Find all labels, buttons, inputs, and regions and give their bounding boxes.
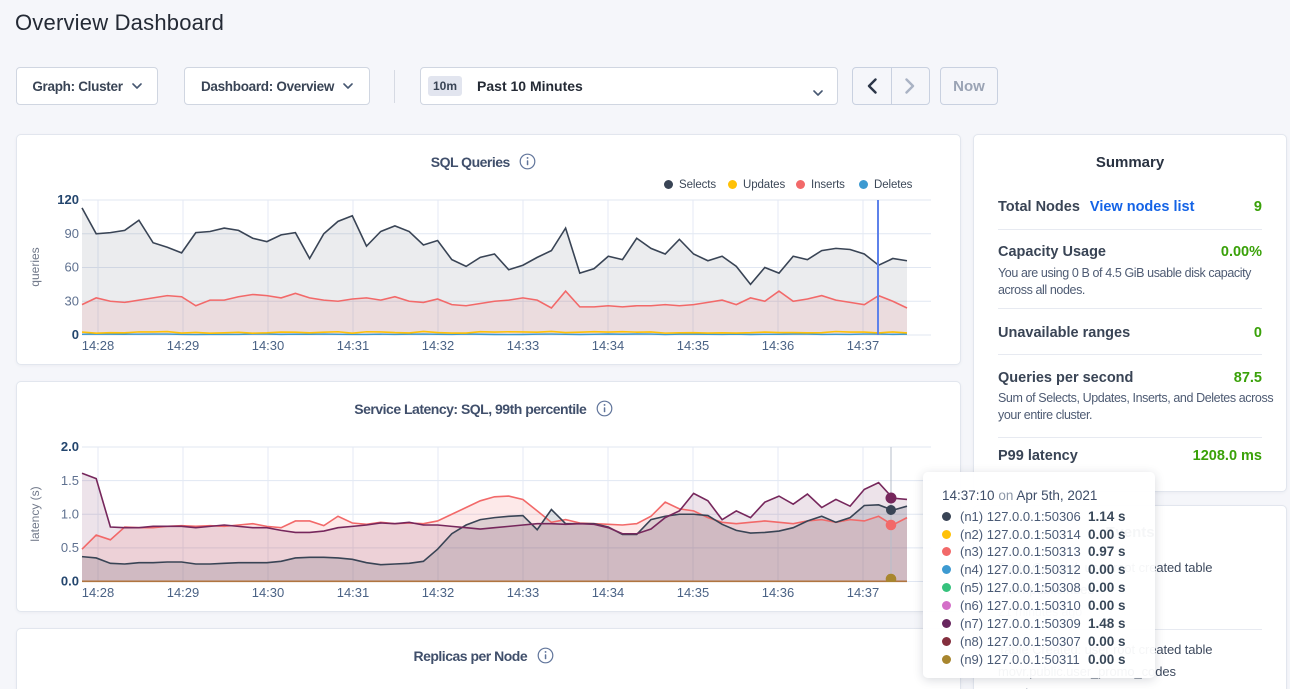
svg-text:14:33: 14:33 <box>507 338 540 353</box>
svg-text:queries: queries <box>28 247 42 286</box>
svg-text:14:36: 14:36 <box>762 585 795 600</box>
svg-text:14:35: 14:35 <box>677 585 710 600</box>
svg-text:14:29: 14:29 <box>167 585 200 600</box>
svg-text:14:34: 14:34 <box>592 338 625 353</box>
svg-text:14:28: 14:28 <box>82 585 115 600</box>
svg-text:14:37: 14:37 <box>847 585 880 600</box>
svg-text:0: 0 <box>72 327 79 342</box>
svg-text:30: 30 <box>65 293 79 308</box>
svg-text:14:36: 14:36 <box>762 338 795 353</box>
svg-text:120: 120 <box>57 192 79 207</box>
svg-text:14:30: 14:30 <box>252 585 285 600</box>
svg-text:14:32: 14:32 <box>422 338 455 353</box>
svg-text:14:37: 14:37 <box>847 338 880 353</box>
svg-text:14:32: 14:32 <box>422 585 455 600</box>
svg-text:14:33: 14:33 <box>507 585 540 600</box>
svg-text:latency (s): latency (s) <box>28 486 42 541</box>
svg-text:14:30: 14:30 <box>252 338 285 353</box>
svg-text:2.0: 2.0 <box>61 439 79 454</box>
svg-text:14:31: 14:31 <box>337 585 370 600</box>
svg-text:14:34: 14:34 <box>592 585 625 600</box>
svg-text:14:28: 14:28 <box>82 338 115 353</box>
svg-text:14:35: 14:35 <box>677 338 710 353</box>
svg-text:14:31: 14:31 <box>337 338 370 353</box>
svg-text:0.5: 0.5 <box>61 540 79 555</box>
svg-text:1.5: 1.5 <box>61 473 79 488</box>
svg-text:60: 60 <box>65 260 79 275</box>
svg-text:0.0: 0.0 <box>61 574 79 589</box>
svg-text:1.0: 1.0 <box>61 506 79 521</box>
svg-text:14:29: 14:29 <box>167 338 200 353</box>
svg-text:90: 90 <box>65 226 79 241</box>
